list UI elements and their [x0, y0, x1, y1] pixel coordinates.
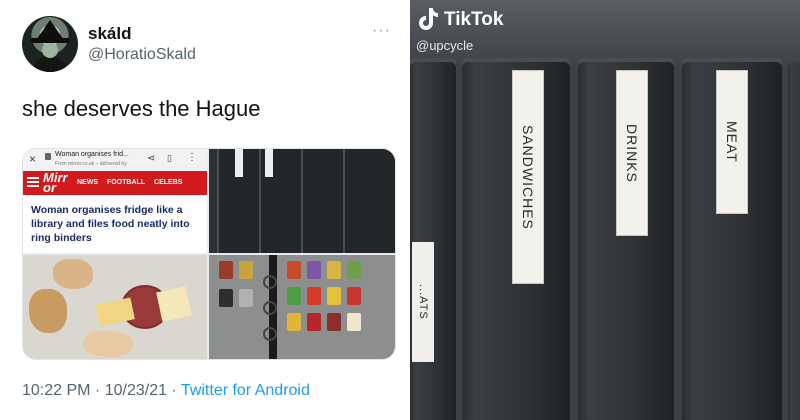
bookmark-icon: ▯ — [167, 153, 172, 163]
partial-spine-label: ...ATS — [412, 242, 434, 362]
meta-separator: · — [90, 382, 105, 399]
bread-slice — [53, 259, 93, 289]
binder-spine: MEAT — [682, 62, 782, 420]
tweet-meta: 10:22 PM · 10/23/21 · Twitter for Androi… — [22, 382, 310, 400]
binder-spine: DRINKS — [578, 62, 674, 420]
avatar[interactable] — [22, 16, 78, 72]
sachet — [219, 261, 233, 279]
sachet — [327, 287, 341, 305]
close-icon: × — [29, 152, 37, 166]
binder-spine: SANDWICHES — [462, 62, 570, 420]
sachet — [347, 313, 361, 331]
binder-spine — [217, 149, 259, 253]
tweet-time[interactable]: 10:22 PM — [22, 382, 90, 399]
meta-separator: · — [166, 382, 181, 399]
partial-spine-label-text: ...ATS — [417, 284, 429, 320]
media-sachets-photo[interactable] — [209, 255, 395, 359]
spine-label-drinks: DRINKS — [616, 70, 648, 236]
spine-label-sandwiches: SANDWICHES — [512, 70, 544, 284]
mirror-nav: NEWS FOOTBALL CELEBS — [77, 179, 189, 186]
binder-spine: ...ATS — [410, 62, 456, 420]
sachet — [287, 313, 301, 331]
browser-title: Woman organises frid... — [55, 151, 129, 158]
cheese-slice — [156, 286, 192, 322]
tweet-date[interactable]: 10/23/21 — [105, 382, 167, 399]
media-sandwich-pages-photo[interactable] — [23, 255, 207, 359]
spine-label-text: SANDWICHES — [520, 124, 536, 230]
media-binders-photo[interactable] — [209, 149, 395, 253]
tiktok-panel: ...ATS SANDWICHES DRINKS MEAT TikTok @up… — [410, 0, 800, 420]
nav-celebs: CELEBS — [154, 179, 183, 186]
browser-url-bar: × Woman organises frid... From mirror.co… — [23, 149, 207, 172]
article-headline: Woman organises fridge like a library an… — [31, 204, 190, 244]
sachet — [327, 261, 341, 279]
avatar-face — [42, 42, 58, 58]
sachet — [287, 287, 301, 305]
sachet — [307, 287, 321, 305]
binder-ring — [263, 327, 277, 341]
sachet — [347, 287, 361, 305]
sachet — [307, 261, 321, 279]
bread-slice — [29, 289, 67, 333]
sachet — [239, 261, 253, 279]
binder-spine — [259, 149, 301, 253]
sachet — [287, 261, 301, 279]
share-icon: ⋖ — [147, 153, 156, 164]
meme-image: skáld @HoratioSkald ··· she deserves the… — [0, 0, 800, 420]
tweet-text: she deserves the Hague — [22, 96, 261, 121]
sachet — [307, 313, 321, 331]
tiktok-username[interactable]: @upcycle — [416, 38, 473, 53]
sachet — [219, 289, 233, 307]
binder-spine — [343, 149, 395, 253]
sachet — [347, 261, 361, 279]
media-article-screenshot[interactable]: × Woman organises frid... From mirror.co… — [23, 149, 207, 253]
spine-label-text: DRINKS — [624, 123, 640, 183]
mirror-logo: Mirr or — [43, 170, 68, 195]
user-handle[interactable]: @HoratioSkald — [88, 46, 196, 64]
more-dots-icon[interactable]: ··· — [372, 22, 391, 40]
menu-dots-icon: ⋮ — [187, 152, 197, 163]
mirror-header: Mirr or NEWS FOOTBALL CELEBS — [23, 171, 207, 195]
avatar-robe — [32, 56, 68, 72]
sachet — [327, 313, 341, 331]
spine-label-meat: MEAT — [716, 70, 748, 214]
binder-ring — [263, 275, 277, 289]
binder-ring — [263, 301, 277, 315]
tweet-source-link[interactable]: Twitter for Android — [181, 382, 310, 399]
tiktok-wordmark: TikTok — [444, 9, 504, 30]
spine-label-text: MEAT — [724, 121, 740, 163]
tiktok-logo-icon — [419, 8, 438, 30]
binder-spine — [788, 62, 800, 420]
tweet-card: skáld @HoratioSkald ··· she deserves the… — [0, 0, 408, 420]
nav-football: FOOTBALL — [106, 179, 146, 186]
nav-news: NEWS — [77, 179, 98, 186]
hamburger-icon — [27, 177, 39, 179]
binder-spine — [301, 149, 343, 253]
ham-slice — [83, 331, 133, 357]
lock-icon — [45, 153, 51, 160]
display-name[interactable]: skáld — [88, 24, 131, 44]
tweet-media-grid[interactable]: × Woman organises frid... From mirror.co… — [22, 148, 396, 360]
browser-subtitle: From mirror.co.uk – delivered by — [55, 161, 127, 167]
witch-hat-icon — [36, 20, 64, 40]
sachet — [239, 289, 253, 307]
